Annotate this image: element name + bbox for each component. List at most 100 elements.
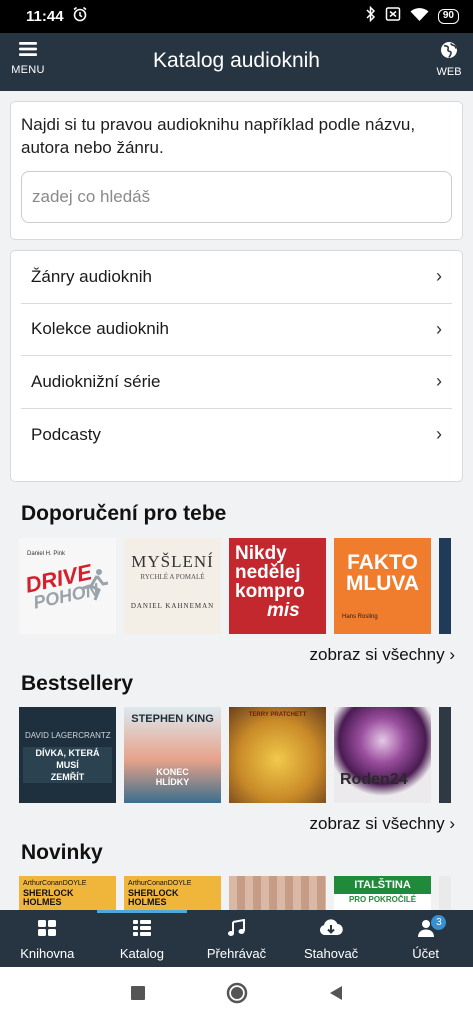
book-cover[interactable]: Nikdy nedělej kompro mis (229, 538, 326, 634)
cover-title-line: Nikdy (235, 543, 287, 564)
search-input[interactable] (21, 171, 452, 223)
book-cover[interactable] (229, 876, 326, 910)
battery-indicator: 90 (437, 9, 459, 24)
cover-author: STEPHEN KING (131, 713, 214, 725)
see-all-link[interactable]: zobraz si všechny › (309, 814, 455, 834)
cover-title: KONEC HLÍDKY (124, 767, 221, 787)
grid-icon (37, 920, 57, 941)
cover-title-line: FAKTO (347, 551, 418, 574)
chevron-right-icon: › (436, 424, 442, 445)
see-all-label: zobraz si všechny (309, 645, 445, 664)
chevron-right-icon: › (436, 266, 442, 287)
cloud-download-icon (319, 919, 343, 941)
nav-item-label: Podcasty (31, 424, 101, 444)
status-bar: 11:44 90 (0, 0, 473, 33)
cover-author: TERRY PRATCHETT (248, 712, 307, 718)
book-cover[interactable]: MYŠLENÍ RYCHLÉ A POMALÉ DANIEL KAHNEMAN (124, 538, 221, 634)
search-intro-text: Najdi si tu pravou audioknihu například … (21, 115, 416, 157)
book-cover[interactable]: TERRY PRATCHETT (229, 707, 326, 803)
tab-label: Knihovna (20, 946, 75, 961)
book-cover[interactable]: ArthurConanDOYLE SHERLOCK HOLMES (19, 876, 116, 910)
cover-author: DAVID LAGERCRANTZ (25, 731, 111, 740)
status-time: 11:44 (26, 8, 64, 25)
nav-item-genres[interactable]: Žánry audioknih › (21, 251, 452, 304)
cover-title-line: ZEMŘÍT (50, 772, 85, 782)
see-all-label: zobraz si všechny (309, 814, 445, 833)
cover-title-line: MUSÍ (56, 760, 79, 770)
cover-title: DÍVKA, KTERÁ MUSÍ ZEMŘÍT (23, 747, 112, 783)
book-cover-partial[interactable] (439, 707, 451, 803)
home-button[interactable] (226, 982, 248, 1009)
search-card: Najdi si tu pravou audioknihu například … (10, 101, 463, 240)
book-cover[interactable]: ArthurConanDOYLE SHERLOCK HOLMES (124, 876, 221, 910)
nav-item-series[interactable]: Audioknižní série › (21, 356, 452, 409)
cover-title: FAKTO MLUVA (334, 552, 431, 594)
globe-icon (440, 42, 458, 63)
bottom-tab-bar: Knihovna Katalog Přehrávač Stahovač 3 Úč… (0, 910, 473, 967)
chevron-right-icon: › (436, 318, 442, 339)
web-label: WEB (436, 66, 462, 78)
book-cover[interactable]: STEPHEN KING KONEC HLÍDKY (124, 707, 221, 803)
section-title-new: Novinky (21, 841, 103, 864)
book-cover-partial[interactable] (439, 876, 451, 910)
book-cover[interactable]: ITALŠTINA PRO POKROČILÉ (334, 876, 431, 910)
tab-label: Přehrávač (206, 946, 267, 961)
nav-item-label: Žánry audioknih (31, 266, 152, 286)
bluetooth-icon (366, 5, 376, 27)
cover-title: SHERLOCK HOLMES (23, 889, 74, 907)
page-title: Katalog audioknih (153, 49, 320, 72)
alarm-icon (72, 6, 88, 27)
book-cover[interactable]: Roden24 (334, 707, 431, 803)
tab-library[interactable]: Knihovna (0, 910, 95, 967)
cover-title: Roden24 (340, 771, 408, 788)
no-sim-icon (385, 6, 401, 27)
tab-account[interactable]: 3 Účet (378, 910, 473, 967)
carousel-bestsellers[interactable]: DAVID LAGERCRANTZ DÍVKA, KTERÁ MUSÍ ZEMŘ… (19, 707, 473, 803)
cover-title-line: HOLMES (23, 897, 62, 907)
cover-title-line: KONEC (156, 767, 189, 777)
cover-author: DANIEL KAHNEMAN (130, 602, 215, 610)
cover-title: MYŠLENÍ (131, 552, 214, 571)
cover-author: Hans Rosling (342, 614, 378, 620)
cover-author: ArthurConanDOYLE (23, 880, 87, 887)
book-cover[interactable]: FAKTO MLUVA Hans Rosling (334, 538, 431, 634)
cover-subtitle: PRO POKROČILÉ (348, 895, 417, 904)
notification-badge: 3 (431, 915, 447, 930)
recents-button[interactable] (130, 985, 146, 1006)
cover-title-line: HOLMES (128, 897, 167, 907)
system-navigation-bar (0, 967, 473, 1024)
cover-title-line: HLÍDKY (155, 777, 190, 787)
cover-title: SHERLOCK HOLMES (128, 889, 179, 907)
cover-title-line: kompro (235, 581, 305, 602)
section-title-recommended: Doporučení pro tebe (21, 502, 227, 525)
carousel-new[interactable]: ArthurConanDOYLE SHERLOCK HOLMES ArthurC… (19, 876, 473, 910)
top-app-bar: MENU Katalog audioknih WEB (0, 33, 473, 91)
cover-author: ArthurConanDOYLE (128, 880, 192, 887)
cover-subtitle: RYCHLÉ A POMALÉ (140, 573, 205, 581)
tab-catalog[interactable]: Katalog (95, 910, 190, 967)
tab-player[interactable]: Přehrávač (189, 910, 284, 967)
chevron-right-icon: › (436, 371, 442, 392)
runner-icon (82, 569, 109, 601)
catalog-nav-list: Žánry audioknih › Kolekce audioknih › Au… (10, 250, 463, 482)
see-all-link[interactable]: zobraz si všechny › (309, 645, 455, 665)
tab-label: Účet (412, 946, 440, 961)
book-cover-partial[interactable] (439, 538, 451, 634)
nav-item-label: Audioknižní série (31, 371, 161, 391)
nav-item-label: Kolekce audioknih (31, 319, 169, 339)
web-button[interactable]: WEB (433, 41, 465, 78)
book-cover[interactable]: DAVID LAGERCRANTZ DÍVKA, KTERÁ MUSÍ ZEMŘ… (19, 707, 116, 803)
cover-author: Daniel H. Pink (27, 551, 66, 557)
nav-item-collections[interactable]: Kolekce audioknih › (21, 304, 452, 356)
tab-label: Stahovač (303, 946, 359, 961)
tab-downloader[interactable]: Stahovač (284, 910, 379, 967)
tab-label: Katalog (119, 946, 164, 961)
book-cover[interactable]: Daniel H. Pink DRIVE POHON (19, 538, 116, 634)
section-title-bestsellers: Bestsellery (21, 672, 134, 695)
nav-item-podcasts[interactable]: Podcasty › (21, 409, 452, 462)
list-icon (132, 920, 152, 941)
wifi-icon (410, 7, 429, 27)
carousel-recommended[interactable]: Daniel H. Pink DRIVE POHON MYŠLENÍ RYCHL… (19, 538, 473, 634)
cover-title: Nikdy nedělej kompro mis (235, 544, 305, 620)
back-button[interactable] (328, 985, 344, 1006)
